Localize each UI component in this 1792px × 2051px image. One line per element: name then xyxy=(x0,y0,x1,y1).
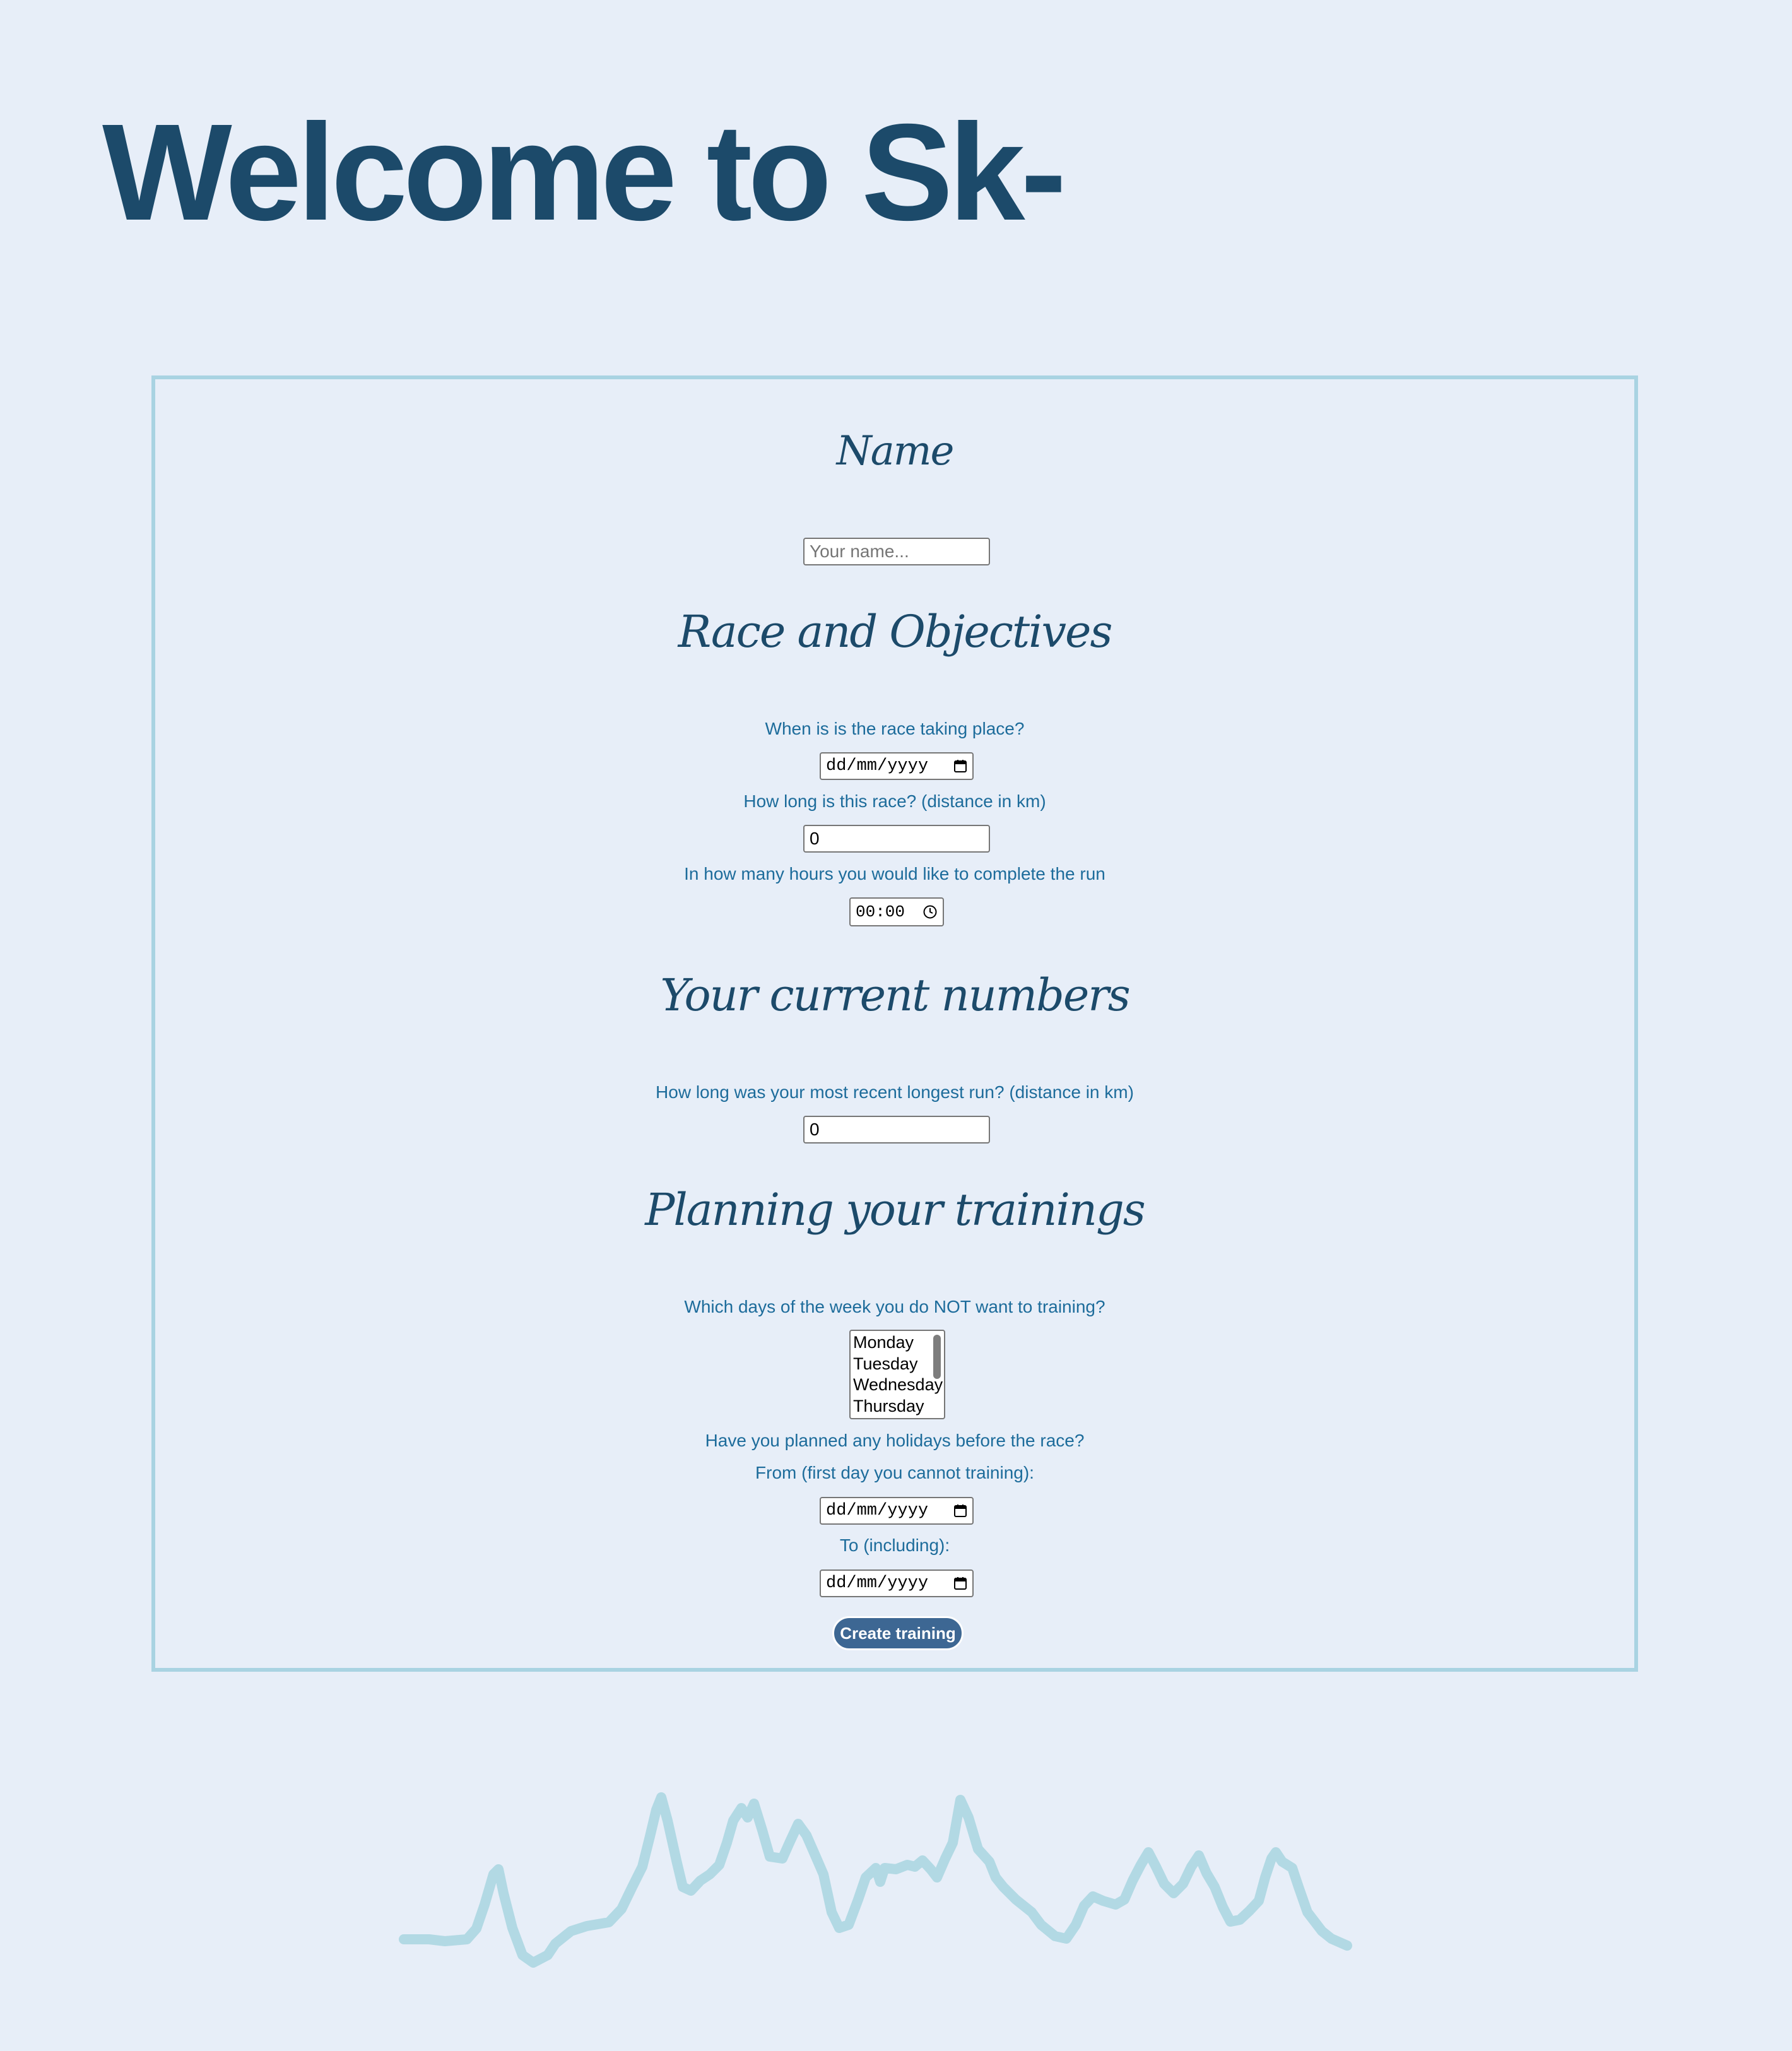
mountain-profile-decoration xyxy=(399,1792,1352,1968)
mountain-profile-line xyxy=(399,1792,1352,1968)
